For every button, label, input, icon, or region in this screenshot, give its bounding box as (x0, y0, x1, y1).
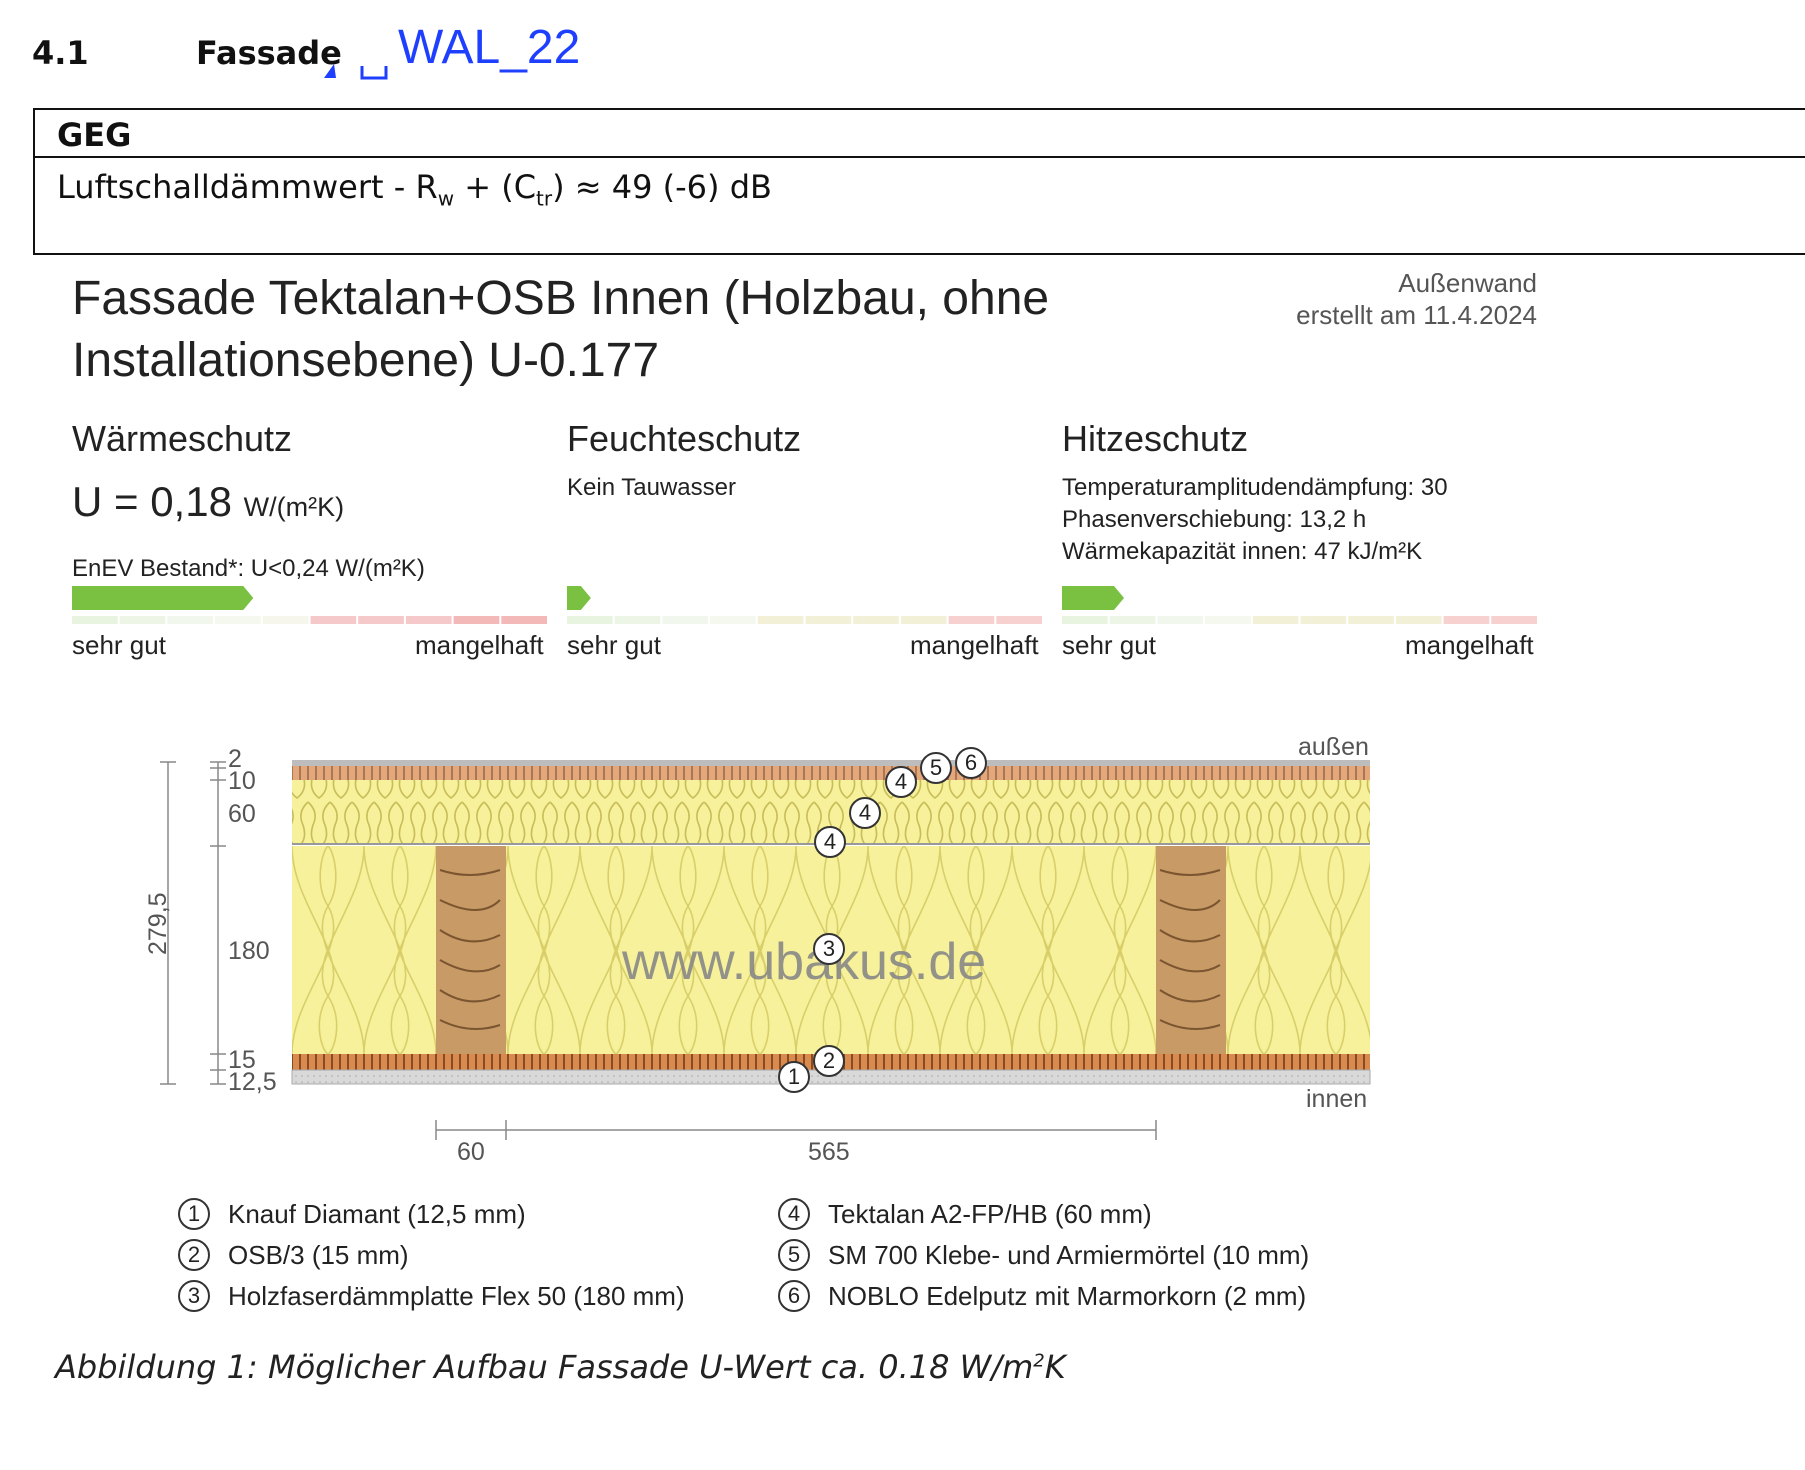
dim-layer-gips: 12,5 (228, 1068, 277, 1096)
dim-layer-holzfaser: 180 (228, 937, 270, 965)
figure-caption: Abbildung 1: Möglicher Aufbau Fassade U-… (55, 1348, 1066, 1386)
dim-layer-tektalan: 60 (228, 800, 256, 828)
legend-text-2: OSB/3 (15 mm) (228, 1240, 409, 1270)
marker-4b: 4 (849, 797, 881, 829)
label-outside: außen (1298, 733, 1369, 761)
legend-num-2: 2 (178, 1239, 210, 1271)
legend-text-1: Knauf Diamant (12,5 mm) (228, 1199, 526, 1229)
legend-num-6: 6 (778, 1280, 810, 1312)
stud-right (1156, 846, 1226, 1054)
caption-text: Abbildung 1: Möglicher Aufbau Fassade U-… (55, 1348, 1034, 1386)
legend-num-4: 4 (778, 1198, 810, 1230)
dim-layer-moertel: 10 (228, 767, 256, 795)
caption-tail: K (1044, 1348, 1066, 1386)
marker-3: 3 (813, 933, 845, 965)
legend-text-4: Tektalan A2-FP/HB (60 mm) (828, 1199, 1152, 1229)
label-inside: innen (1306, 1085, 1368, 1113)
caption-sup: 2 (1033, 1350, 1045, 1372)
marker-4c: 4 (885, 766, 917, 798)
marker-1: 1 (778, 1061, 810, 1093)
dim-stud-width: 60 (457, 1138, 485, 1166)
layer-edelputz (292, 760, 1370, 766)
legend-text-6: NOBLO Edelputz mit Marmorkorn (2 mm) (828, 1281, 1307, 1311)
legend-num-5: 5 (778, 1239, 810, 1271)
legend-num-3: 3 (178, 1280, 210, 1312)
legend-text-3: Holzfaserdämmplatte Flex 50 (180 mm) (228, 1281, 685, 1311)
legend-num-1: 1 (178, 1198, 210, 1230)
stud-left (436, 846, 506, 1054)
legend-text-5: SM 700 Klebe- und Armiermörtel (10 mm) (828, 1240, 1310, 1270)
watermark: www.ubakus.de (622, 933, 987, 991)
marker-5: 5 (920, 752, 952, 784)
marker-4a: 4 (814, 826, 846, 858)
wall-section-diagram (160, 760, 1371, 1140)
marker-6: 6 (955, 747, 987, 779)
dim-total: 279,5 (144, 892, 172, 955)
layer-armiermoertel (292, 766, 1370, 780)
dim-stud-spacing: 565 (808, 1138, 850, 1166)
marker-2: 2 (813, 1045, 845, 1077)
